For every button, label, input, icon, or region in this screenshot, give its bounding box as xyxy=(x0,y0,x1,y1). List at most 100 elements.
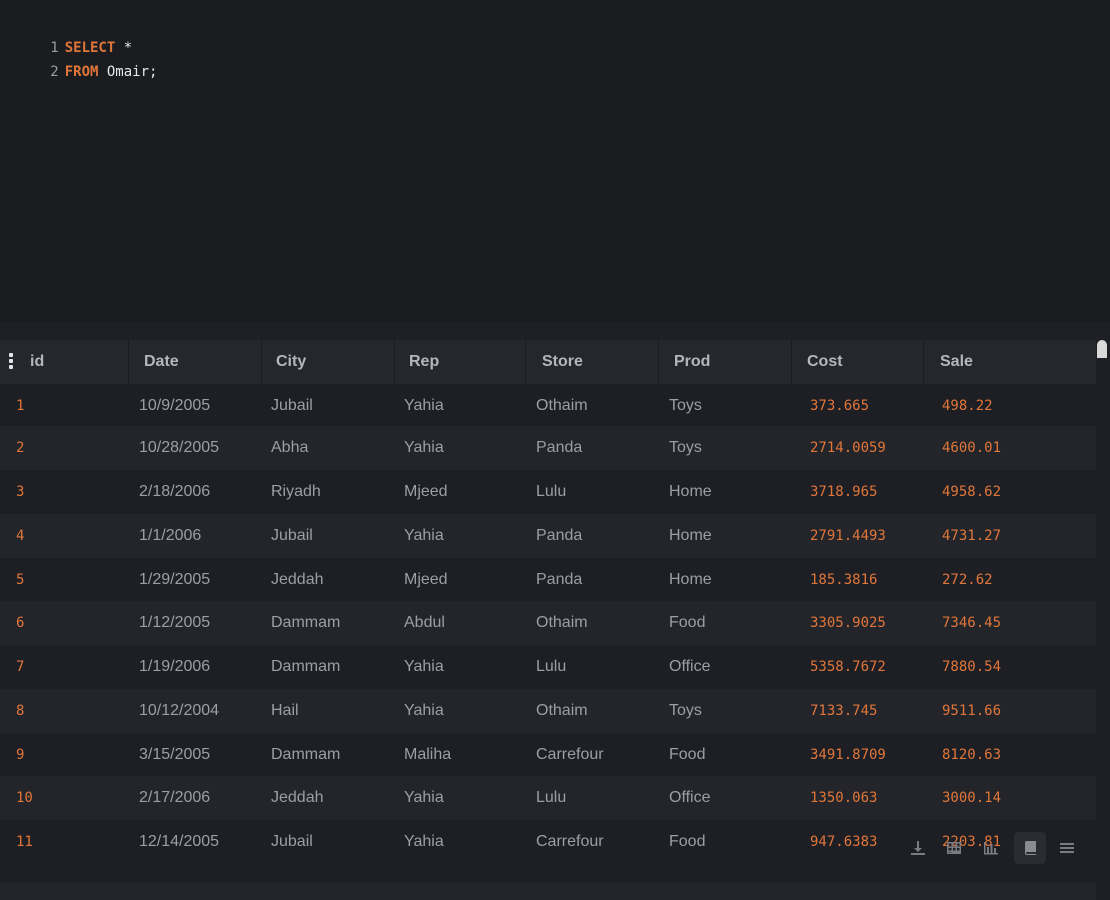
cell-date[interactable]: 1/1/2006 xyxy=(139,514,201,558)
cell-prod[interactable]: Office xyxy=(669,776,711,820)
cell-city[interactable]: Jeddah xyxy=(271,558,324,602)
cell-store[interactable]: Othaim xyxy=(536,601,588,645)
cell-prod[interactable]: Toys xyxy=(669,689,702,733)
cell-date[interactable]: 10/12/2004 xyxy=(139,689,219,733)
cell-city[interactable]: Dammam xyxy=(271,601,340,645)
cell-id[interactable]: 11 xyxy=(16,820,33,864)
column-header-prod[interactable]: Prod xyxy=(659,340,792,384)
code-line-2[interactable]: 2 FROM Omair; xyxy=(0,36,157,80)
cell-date[interactable]: 10/9/2005 xyxy=(139,384,210,428)
cell-date[interactable]: 1/29/2005 xyxy=(139,558,210,602)
cell-store[interactable]: Panda xyxy=(536,514,582,558)
table-row[interactable]: 6 1/12/2005 Dammam Abdul Othaim Food 3305.9025… xyxy=(0,601,1096,645)
cell-store[interactable]: Lulu xyxy=(536,645,566,689)
column-header-sale[interactable]: Sale xyxy=(924,340,1096,384)
cell-date[interactable]: 1/12/2005 xyxy=(139,601,210,645)
cell-sale[interactable]: 498.22 xyxy=(942,384,993,428)
cell-prod[interactable]: Toys xyxy=(669,426,702,470)
cell-prod[interactable]: Food xyxy=(669,733,705,777)
column-header-id[interactable]: id xyxy=(0,340,129,384)
cell-store[interactable]: Lulu xyxy=(536,776,566,820)
cell-cost[interactable]: 7133.745 xyxy=(810,689,877,733)
cell-store[interactable]: Othaim xyxy=(536,689,588,733)
cell-id[interactable]: 1 xyxy=(16,384,24,428)
cell-rep[interactable]: Yahia xyxy=(404,776,444,820)
cell-rep[interactable]: Mjeed xyxy=(404,470,448,514)
cell-sale[interactable]: 4600.01 xyxy=(942,426,1001,470)
scrollbar-thumb[interactable] xyxy=(1097,340,1107,358)
cell-rep[interactable]: Yahia xyxy=(404,514,444,558)
table-row[interactable]: 8 10/12/2004 Hail Yahia Othaim Toys 7133.745 95… xyxy=(0,689,1096,733)
cell-date[interactable]: 1/19/2006 xyxy=(139,645,210,689)
table-row[interactable]: 4 1/1/2006 Jubail Yahia Panda Home 2791.4493 47… xyxy=(0,514,1096,558)
cell-store[interactable]: Othaim xyxy=(536,384,588,428)
cell-store[interactable]: Panda xyxy=(536,426,582,470)
cell-city[interactable]: Jeddah xyxy=(271,776,324,820)
cell-id[interactable]: 9 xyxy=(16,733,24,777)
cell-cost[interactable]: 947.6383 xyxy=(810,820,877,864)
cell-id[interactable]: 2 xyxy=(16,426,24,470)
cell-date[interactable]: 10/28/2005 xyxy=(139,426,219,470)
download-button[interactable] xyxy=(902,832,934,864)
cell-city[interactable]: Jubail xyxy=(271,514,313,558)
cell-cost[interactable]: 3718.965 xyxy=(810,470,877,514)
cell-sale[interactable]: 8120.63 xyxy=(942,733,1001,777)
cell-city[interactable]: Jubail xyxy=(271,384,313,428)
table-row[interactable]: 10 2/17/2006 Jeddah Yahia Lulu Office 1350.063… xyxy=(0,776,1096,820)
cell-prod[interactable]: Home xyxy=(669,470,712,514)
cell-id[interactable]: 5 xyxy=(16,558,24,602)
cell-cost[interactable]: 185.3816 xyxy=(810,558,877,602)
table-row[interactable]: 7 1/19/2006 Dammam Yahia Lulu Office 5358.7672… xyxy=(0,645,1096,689)
cell-prod[interactable]: Food xyxy=(669,601,705,645)
cell-id[interactable]: 4 xyxy=(16,514,24,558)
column-header-rep[interactable]: Rep xyxy=(395,340,526,384)
table-row[interactable]: 5 1/29/2005 Jeddah Mjeed Panda Home 185.3816 27… xyxy=(0,558,1096,602)
cell-rep[interactable]: Yahia xyxy=(404,645,444,689)
cell-cost[interactable]: 1350.063 xyxy=(810,776,877,820)
cell-id[interactable]: 6 xyxy=(16,601,24,645)
cell-rep[interactable]: Abdul xyxy=(404,601,445,645)
cell-cost[interactable]: 2714.0059 xyxy=(810,426,886,470)
cell-cost[interactable]: 2791.4493 xyxy=(810,514,886,558)
table-row[interactable]: 9 3/15/2005 Dammam Maliha Carrefour Food 3491.… xyxy=(0,733,1096,777)
cell-city[interactable]: Abha xyxy=(271,426,308,470)
table-row[interactable]: 1 10/9/2005 Jubail Yahia Othaim Toys 373.665 49… xyxy=(0,384,1096,428)
cell-store[interactable]: Carrefour xyxy=(536,733,604,777)
table-view-button[interactable] xyxy=(938,832,970,864)
cell-sale[interactable]: 7346.45 xyxy=(942,601,1001,645)
cell-id[interactable]: 8 xyxy=(16,689,24,733)
cell-city[interactable]: Hail xyxy=(271,689,299,733)
cell-sale[interactable]: 4731.27 xyxy=(942,514,1001,558)
cell-date[interactable]: 2/17/2006 xyxy=(139,776,210,820)
code-line-1[interactable]: 1 SELECT * xyxy=(0,12,132,56)
cell-store[interactable]: Carrefour xyxy=(536,820,604,864)
cell-id[interactable]: 10 xyxy=(16,776,33,820)
horizontal-scrollbar[interactable] xyxy=(0,883,1096,900)
sql-editor[interactable]: 1 SELECT * 2 FROM Omair; xyxy=(0,0,1110,322)
cell-sale[interactable]: 3000.14 xyxy=(942,776,1001,820)
cell-rep[interactable]: Maliha xyxy=(404,733,451,777)
cell-prod[interactable]: Home xyxy=(669,558,712,602)
vertical-scrollbar[interactable] xyxy=(1096,341,1110,889)
cell-id[interactable]: 7 xyxy=(16,645,24,689)
cell-sale[interactable]: 7880.54 xyxy=(942,645,1001,689)
cell-rep[interactable]: Yahia xyxy=(404,426,444,470)
menu-button[interactable] xyxy=(1051,832,1083,864)
cell-date[interactable]: 3/15/2005 xyxy=(139,733,210,777)
chart-view-button[interactable] xyxy=(975,832,1007,864)
cell-id[interactable]: 3 xyxy=(16,470,24,514)
notebook-button[interactable] xyxy=(1014,832,1046,864)
cell-rep[interactable]: Yahia xyxy=(404,820,444,864)
cell-rep[interactable]: Mjeed xyxy=(404,558,448,602)
cell-sale[interactable]: 9511.66 xyxy=(942,689,1001,733)
table-row[interactable]: 3 2/18/2006 Riyadh Mjeed Lulu Home 3718.965 495… xyxy=(0,470,1096,514)
cell-city[interactable]: Dammam xyxy=(271,733,340,777)
cell-sale[interactable]: 4958.62 xyxy=(942,470,1001,514)
cell-cost[interactable]: 3305.9025 xyxy=(810,601,886,645)
cell-cost[interactable]: 3491.8709 xyxy=(810,733,886,777)
cell-prod[interactable]: Office xyxy=(669,645,711,689)
cell-cost[interactable]: 5358.7672 xyxy=(810,645,886,689)
column-header-store[interactable]: Store xyxy=(526,340,659,384)
cell-cost[interactable]: 373.665 xyxy=(810,384,869,428)
column-header-cost[interactable]: Cost xyxy=(792,340,924,384)
